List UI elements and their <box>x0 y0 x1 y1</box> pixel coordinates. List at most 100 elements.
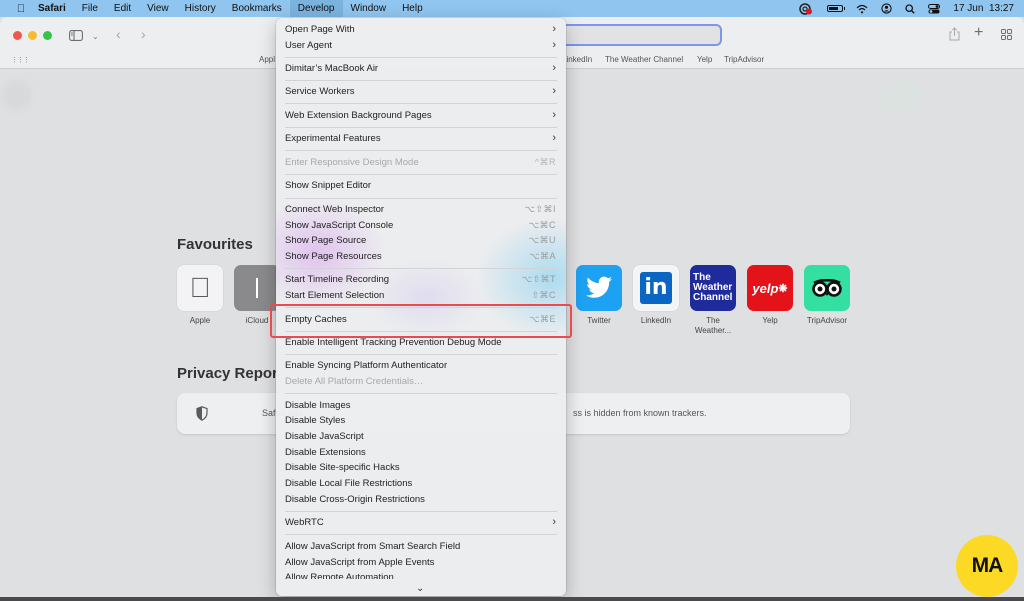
menu-item-experimental-features[interactable]: Experimental Features › <box>276 131 566 146</box>
favourites-bar-item[interactable]: Appl <box>259 55 275 64</box>
menu-item-show-page-resources[interactable]: Show Page Resources ⌥⌘A <box>276 249 566 264</box>
menu-help[interactable]: Help <box>394 0 431 17</box>
menu-item-disable-images[interactable]: Disable Images <box>276 398 566 413</box>
favourites-bar-item[interactable]: Yelp <box>697 55 712 64</box>
favourite-twitter[interactable]: Twitter <box>575 265 623 326</box>
chevron-right-icon: › <box>552 39 556 51</box>
privacy-report-text: ss is hidden from known trackers. <box>573 408 707 418</box>
close-window-button[interactable] <box>13 31 22 40</box>
menu-separator <box>285 80 557 81</box>
menu-item-show-javascript-console[interactable]: Show JavaScript Console ⌥⌘C <box>276 218 566 233</box>
favourite-yelp[interactable]: yelp ❋ Yelp <box>746 265 794 326</box>
menu-item-web-extension-background-pages[interactable]: Web Extension Background Pages › <box>276 108 566 123</box>
menu-item-label: Service Workers <box>285 86 355 97</box>
menu-item-shortcut: ⌥⇧⌘T <box>521 274 556 284</box>
chevron-right-icon: › <box>552 132 556 144</box>
chevron-right-icon[interactable]: › <box>141 27 146 41</box>
minimize-window-button[interactable] <box>28 31 37 40</box>
plus-icon[interactable]: + <box>974 25 983 41</box>
menu-item-webrtc[interactable]: WebRTC › <box>276 515 566 530</box>
battery-icon[interactable] <box>827 5 846 12</box>
menu-view[interactable]: View <box>139 0 177 17</box>
wifi-icon[interactable] <box>856 4 868 14</box>
menu-safari[interactable]: Safari <box>30 0 74 17</box>
sidebar-dropdown-chevron-icon[interactable]: ⌄ <box>92 30 99 44</box>
favourite-apple[interactable]:  Apple <box>176 265 224 326</box>
favourites-bar-item[interactable]: TripAdvisor <box>724 55 764 64</box>
menu-item-label: WebRTC <box>285 517 324 528</box>
menu-item-open-page-with[interactable]: Open Page With › <box>276 22 566 37</box>
linkedin-logo-icon: in <box>633 265 679 311</box>
menu-item-start-timeline-recording[interactable]: Start Timeline Recording ⌥⇧⌘T <box>276 272 566 287</box>
favourite-weather-channel[interactable]: The Weather Channel The Weather... <box>689 265 737 336</box>
chevron-left-icon[interactable]: ‹ <box>116 27 121 41</box>
menu-item-label: Start Element Selection <box>285 290 385 301</box>
menu-item-service-workers[interactable]: Service Workers › <box>276 84 566 99</box>
search-icon[interactable] <box>905 3 916 14</box>
zoom-window-button[interactable] <box>43 31 52 40</box>
menu-item-disable-cross-origin-restrictions[interactable]: Disable Cross-Origin Restrictions <box>276 492 566 507</box>
menu-item-label: Disable Images <box>285 400 351 411</box>
menu-item-user-agent[interactable]: User Agent › <box>276 38 566 53</box>
menu-item-disable-javascript[interactable]: Disable JavaScript <box>276 429 566 444</box>
menu-item-disable-local-file-restrictions[interactable]: Disable Local File Restrictions <box>276 476 566 491</box>
menu-separator <box>285 268 557 269</box>
menu-item-allow-js-apple-events[interactable]: Allow JavaScript from Apple Events <box>276 555 566 570</box>
menu-item-label: Show Snippet Editor <box>285 180 372 191</box>
yelp-logo-icon: yelp ❋ <box>747 265 793 311</box>
ma-watermark-logo: MA <box>956 535 1018 597</box>
menu-edit[interactable]: Edit <box>106 0 139 17</box>
menu-item-allow-js-smart-search[interactable]: Allow JavaScript from Smart Search Field <box>276 539 566 554</box>
control-center-icon[interactable] <box>928 3 941 14</box>
menu-item-enable-syncing-platform-authenticator[interactable]: Enable Syncing Platform Authenticator <box>276 358 566 373</box>
menu-item-label: Enable Intelligent Tracking Prevention D… <box>285 337 502 348</box>
menu-item-label: Experimental Features <box>285 133 381 144</box>
menu-item-disable-styles[interactable]: Disable Styles <box>276 413 566 428</box>
empty-caches-highlight-box <box>270 304 572 338</box>
address-bar[interactable] <box>560 24 722 46</box>
menu-window[interactable]: Window <box>343 0 395 17</box>
menu-separator <box>285 127 557 128</box>
favourites-grid-icon[interactable]: ⋮⋮⋮ <box>11 54 30 68</box>
apple-logo-icon[interactable]:  <box>12 3 30 15</box>
favourite-tripadvisor[interactable]: TripAdvisor <box>803 265 851 326</box>
creative-cloud-icon[interactable] <box>798 2 814 15</box>
grid-icon[interactable] <box>1001 29 1012 40</box>
user-icon[interactable] <box>881 3 893 14</box>
menu-item-label: Allow JavaScript from Apple Events <box>285 557 435 568</box>
share-icon[interactable] <box>949 27 960 41</box>
menu-item-label: Dimitar’s MacBook Air <box>285 63 379 74</box>
menu-separator <box>285 174 557 175</box>
weather-channel-logo-icon: The Weather Channel <box>690 265 736 311</box>
menu-separator <box>285 57 557 58</box>
menu-item-device[interactable]: Dimitar’s MacBook Air › <box>276 61 566 76</box>
menu-bookmarks[interactable]: Bookmarks <box>224 0 290 17</box>
favourite-label: Apple <box>189 316 211 325</box>
menu-item-label: Show Page Source <box>285 235 367 246</box>
menu-separator <box>285 534 557 535</box>
weather-channel-tile-text: The Weather Channel <box>693 272 733 303</box>
favourite-linkedin[interactable]: in LinkedIn <box>632 265 680 326</box>
menu-item-disable-site-specific-hacks[interactable]: Disable Site-specific Hacks <box>276 460 566 475</box>
chevron-down-icon[interactable]: ⌄ <box>416 583 424 594</box>
menu-item-label: Connect Web Inspector <box>285 204 385 215</box>
menu-item-show-page-source[interactable]: Show Page Source ⌥⌘U <box>276 233 566 248</box>
menu-bar:  Safari File Edit View History Bookmark… <box>0 0 1024 17</box>
menu-develop[interactable]: Develop <box>289 0 343 17</box>
menu-item-start-element-selection[interactable]: Start Element Selection ⇧⌘C <box>276 288 566 303</box>
favourites-bar-item[interactable]: LinkedIn <box>562 55 592 64</box>
menu-item-delete-platform-credentials: Delete All Platform Credentials… <box>276 374 566 389</box>
menu-bar-clock[interactable]: 17 Jun 13:27 <box>953 3 1014 14</box>
menu-item-show-snippet-editor[interactable]: Show Snippet Editor <box>276 178 566 193</box>
menu-item-allow-remote-automation[interactable]: Allow Remote Automation <box>276 570 566 579</box>
sidebar-icon[interactable] <box>69 30 83 41</box>
favourites-bar-item[interactable]: The Weather Channel <box>605 55 683 64</box>
menu-file[interactable]: File <box>74 0 106 17</box>
favourites-title: Favourites <box>177 236 253 253</box>
menu-separator <box>285 354 557 355</box>
menu-item-disable-extensions[interactable]: Disable Extensions <box>276 445 566 460</box>
menu-separator <box>285 103 557 104</box>
menu-history[interactable]: History <box>177 0 224 17</box>
menu-item-connect-web-inspector[interactable]: Connect Web Inspector ⌥⇧⌘I <box>276 202 566 217</box>
menu-item-label: Allow JavaScript from Smart Search Field <box>285 541 461 552</box>
